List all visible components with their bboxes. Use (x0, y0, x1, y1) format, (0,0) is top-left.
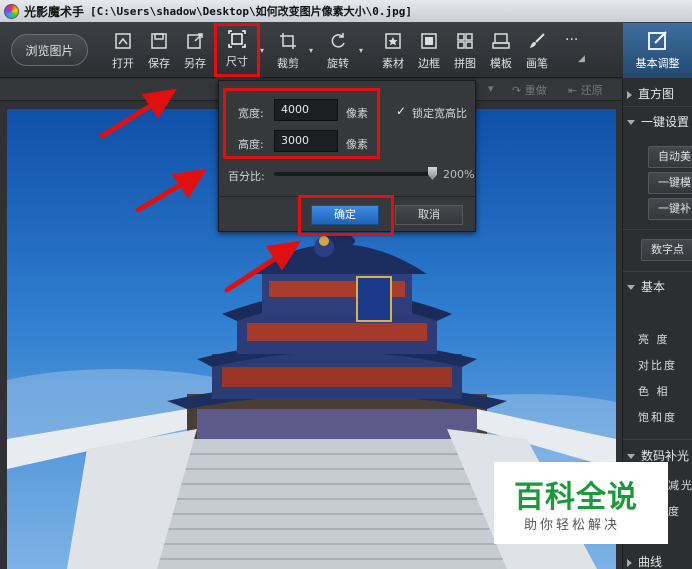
watermark-subtitle: 助你轻松解决 (524, 518, 621, 533)
arrow-to-fields (135, 181, 185, 213)
app-window: 光影魔术手 [C:\Users\shadow\Desktop\如何改变图片像素大… (0, 0, 692, 569)
watermark: 百科全说 助你轻松解决 (494, 462, 668, 544)
arrow-to-confirm (224, 255, 279, 293)
arrow-to-resize-head (141, 88, 178, 119)
arrow-to-fields-head (171, 168, 208, 199)
watermark-title: 百科全说 (514, 480, 638, 515)
arrow-to-confirm-head (265, 240, 302, 271)
arrow-to-resize (99, 102, 155, 139)
